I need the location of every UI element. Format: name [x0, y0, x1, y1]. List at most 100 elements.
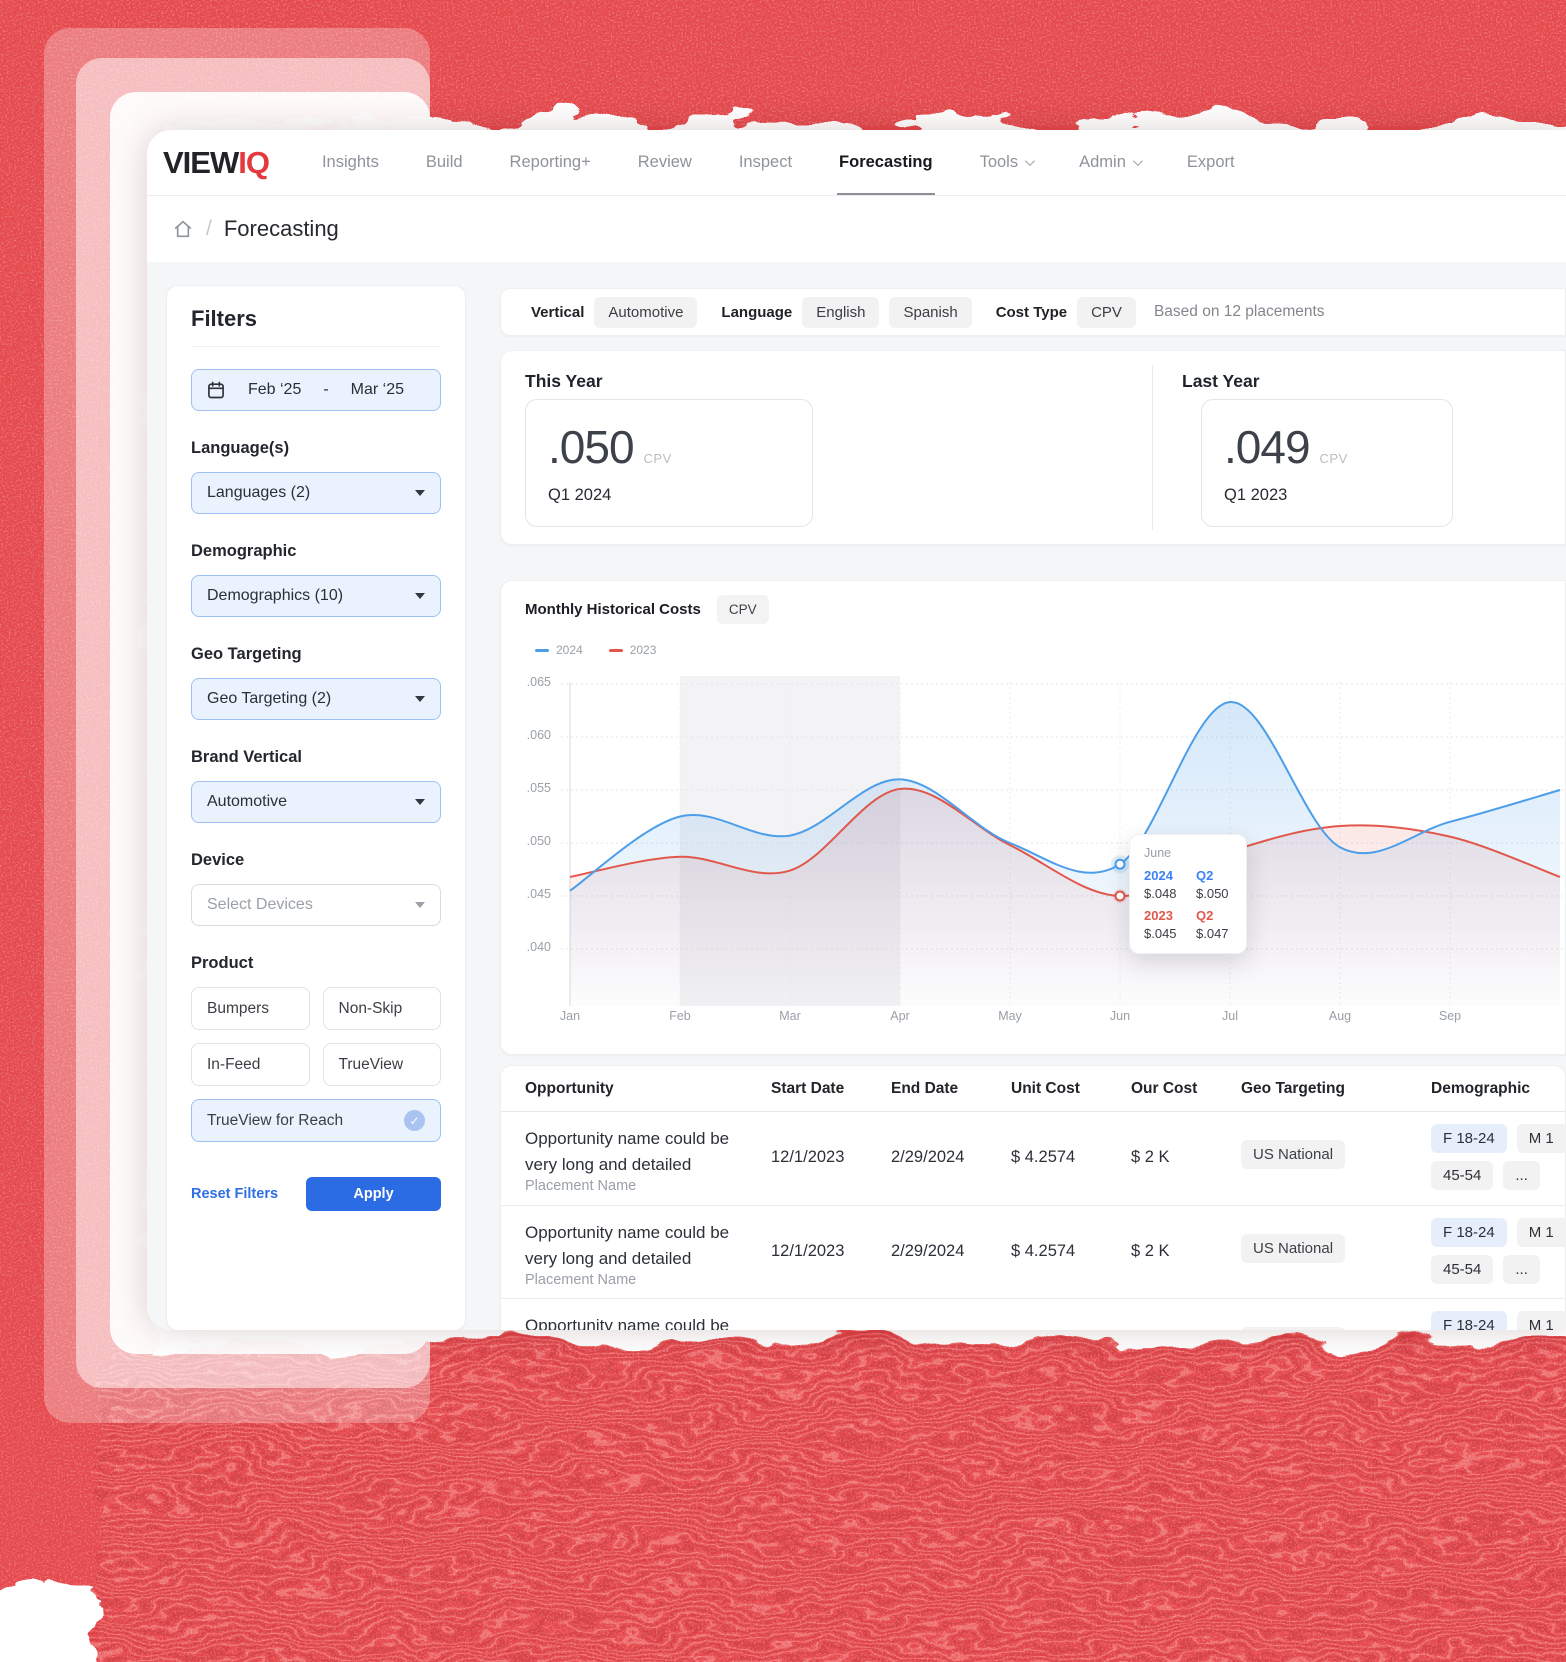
- filter-label-brand-vertical: Brand Vertical: [191, 748, 302, 766]
- nav-label: Build: [425, 153, 463, 171]
- tooltip-month-value: $.048: [1144, 886, 1177, 901]
- tooltip-month: June: [1144, 846, 1172, 860]
- demographic-more-chip[interactable]: ...: [1503, 1255, 1540, 1284]
- column-header-opportunity[interactable]: Opportunity: [525, 1080, 614, 1098]
- languages-dropdown-value: Languages (2): [207, 484, 311, 501]
- column-header-end-date[interactable]: End Date: [891, 1080, 958, 1098]
- nav-item-review[interactable]: Review: [638, 130, 692, 195]
- vertical-value-chip[interactable]: Automotive: [594, 296, 698, 328]
- geo-targeting-dropdown[interactable]: Geo Targeting (2): [191, 678, 441, 720]
- legend-dash-2024: [535, 648, 549, 652]
- svg-text:Feb: Feb: [669, 1009, 691, 1023]
- y-axis-tick: .050: [526, 834, 551, 848]
- product-option-label: Non-Skip: [338, 999, 403, 1017]
- legend-item-2023[interactable]: 2023: [608, 643, 657, 657]
- date-range-separator: -: [323, 381, 329, 398]
- chevron-down-icon: [415, 902, 425, 908]
- product-option-infeed[interactable]: In-Feed: [191, 1043, 310, 1086]
- column-header-start-date[interactable]: Start Date: [771, 1080, 844, 1098]
- nav-label: Admin: [1079, 153, 1126, 171]
- demographic-chip[interactable]: M 1: [1516, 1311, 1566, 1330]
- end-date: 2/29/2024: [891, 1242, 965, 1260]
- brand-vertical-dropdown[interactable]: Automotive: [191, 781, 441, 823]
- tooltip-month-value: $.045: [1144, 926, 1177, 941]
- home-icon[interactable]: [172, 218, 194, 240]
- demographic-chip[interactable]: F 18-24: [1431, 1218, 1507, 1247]
- chart-unit-chip[interactable]: CPV: [716, 595, 769, 624]
- svg-text:Sep: Sep: [1439, 1009, 1461, 1023]
- demographic-chip[interactable]: 45-54: [1431, 1161, 1494, 1190]
- column-header-demographic[interactable]: Demographic: [1431, 1080, 1530, 1098]
- cost-type-chip[interactable]: CPV: [1077, 296, 1136, 328]
- demographic-chip[interactable]: 45-54: [1431, 1255, 1494, 1284]
- legend-label: 2023: [629, 643, 657, 657]
- legend-item-2024[interactable]: 2024: [535, 643, 583, 657]
- demographic-chip[interactable]: M 1: [1516, 1218, 1566, 1247]
- last-year-card: .049 CPV Q1 2023: [1201, 399, 1453, 527]
- svg-text:Jan: Jan: [560, 1009, 580, 1023]
- demographic-chip[interactable]: M 1: [1516, 1124, 1566, 1153]
- demographic-chip[interactable]: F 18-24: [1431, 1311, 1507, 1330]
- svg-text:Jun: Jun: [1110, 1009, 1130, 1023]
- check-icon: ✓: [404, 1110, 425, 1131]
- this-year-period: Q1 2024: [548, 486, 612, 504]
- this-year-unit: CPV: [643, 451, 672, 466]
- nav-item-export[interactable]: Export: [1187, 130, 1235, 195]
- filters-panel: Filters Feb ‘25 - Mar ‘25 Language(s) La…: [166, 285, 466, 1330]
- geo-targeting-chip[interactable]: US National: [1241, 1234, 1346, 1263]
- demographic-more-chip[interactable]: ...: [1503, 1161, 1540, 1190]
- demographics-dropdown[interactable]: Demographics (10): [191, 575, 441, 617]
- nav-item-tools[interactable]: Tools: [980, 130, 1035, 195]
- context-bar: Vertical Automotive Language English Spa…: [500, 288, 1566, 336]
- reset-filters-button[interactable]: Reset Filters: [191, 1186, 278, 1202]
- tooltip-quarter: Q2: [1196, 868, 1214, 883]
- column-header-geo-targeting[interactable]: Geo Targeting: [1241, 1080, 1345, 1098]
- language-chip-english[interactable]: English: [802, 296, 880, 328]
- geo-targeting-chip[interactable]: US National: [1241, 1140, 1346, 1169]
- chevron-down-icon: [415, 593, 425, 599]
- nav-item-insights[interactable]: Insights: [322, 130, 379, 195]
- brand-vertical-dropdown-value: Automotive: [207, 793, 288, 810]
- legend-label: 2024: [556, 643, 583, 657]
- opportunity-name: Opportunity name could be very long and …: [525, 1316, 730, 1330]
- nav-item-admin[interactable]: Admin: [1079, 130, 1143, 195]
- language-chip-spanish[interactable]: Spanish: [889, 296, 972, 328]
- table-row[interactable]: Opportunity name could be very long and …: [501, 1298, 1566, 1330]
- date-range-end: Mar ‘25: [350, 381, 405, 398]
- product-option-label: Bumpers: [207, 999, 270, 1017]
- svg-text:Jul: Jul: [1222, 1009, 1238, 1023]
- device-dropdown-placeholder: Select Devices: [207, 896, 313, 913]
- geo-targeting-chip[interactable]: US National: [1241, 1327, 1346, 1330]
- product-option-nonskip[interactable]: Non-Skip: [322, 987, 441, 1030]
- cost-type-label: Cost Type: [995, 303, 1068, 321]
- last-year-unit: CPV: [1319, 451, 1348, 466]
- date-range-picker[interactable]: Feb ‘25 - Mar ‘25: [191, 369, 441, 411]
- product-option-trueview-for-reach[interactable]: TrueView for Reach ✓: [191, 1099, 441, 1142]
- apply-button[interactable]: Apply: [306, 1177, 441, 1211]
- nav-item-build[interactable]: Build: [426, 130, 463, 195]
- table-row[interactable]: Opportunity name could be very long and …: [501, 1112, 1566, 1205]
- stage: VIEWIQ Insights Build Reporting+ Review …: [0, 0, 1566, 1662]
- column-header-unit-cost[interactable]: Unit Cost: [1011, 1080, 1080, 1098]
- product-option-bumpers[interactable]: Bumpers: [191, 987, 310, 1030]
- demographic-chip[interactable]: F 18-24: [1431, 1124, 1507, 1153]
- tooltip-quarter-value: $.050: [1196, 886, 1229, 901]
- nav-item-forecasting[interactable]: Forecasting: [837, 130, 935, 195]
- table-row[interactable]: Opportunity name could be very long and …: [501, 1205, 1566, 1298]
- y-axis-tick: .045: [526, 887, 551, 901]
- nav-item-inspect[interactable]: Inspect: [739, 130, 792, 195]
- this-year-title: This Year: [525, 371, 603, 391]
- device-dropdown[interactable]: Select Devices: [191, 884, 441, 926]
- languages-dropdown[interactable]: Languages (2): [191, 472, 441, 514]
- product-option-trueview[interactable]: TrueView: [322, 1043, 441, 1086]
- last-year-period: Q1 2023: [1224, 486, 1288, 504]
- tooltip-quarter: Q2: [1196, 908, 1214, 923]
- tooltip-year-2023: 2023: [1144, 908, 1173, 923]
- historical-chart[interactable]: Jan Feb Mar Apr May Jun Jul Aug Sep: [559, 676, 1565, 1028]
- top-nav: VIEWIQ Insights Build Reporting+ Review …: [147, 130, 1566, 196]
- viewiq-logo[interactable]: VIEWIQ: [163, 145, 270, 181]
- nav-label: Forecasting: [839, 153, 933, 171]
- nav-item-reporting[interactable]: Reporting+: [510, 130, 591, 195]
- nav-label: Insights: [321, 153, 379, 171]
- column-header-our-cost[interactable]: Our Cost: [1131, 1080, 1197, 1098]
